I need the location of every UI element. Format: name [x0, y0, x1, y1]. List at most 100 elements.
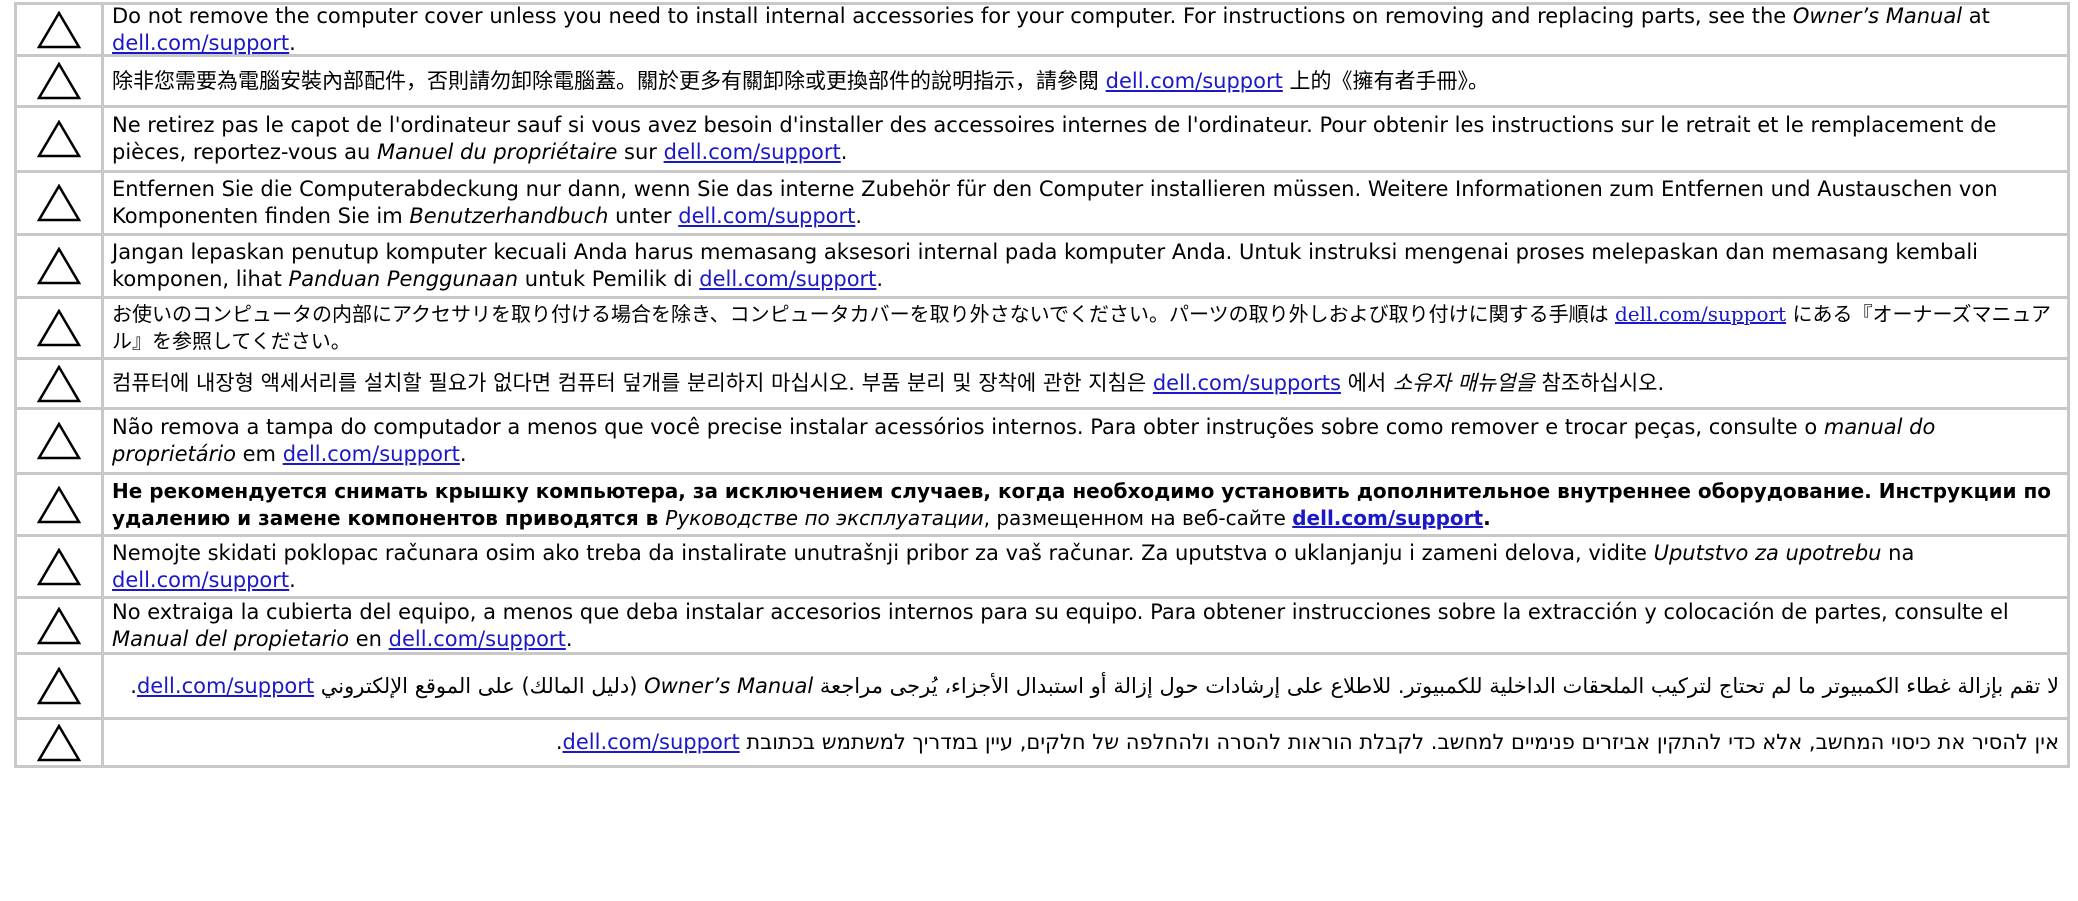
caution-text-mid: unter: [608, 204, 679, 228]
caution-text-mid: , размещенном на веб-сайте: [983, 505, 1293, 530]
caution-text-pre: لا تقم بإزالة غطاء الكمبيوتر ما لم تحتاج…: [813, 673, 2059, 698]
icon-cell: [17, 599, 104, 652]
support-link[interactable]: dell.com/support: [389, 627, 566, 651]
caution-triangle-icon: [37, 364, 81, 402]
caution-text-mid: em: [235, 442, 283, 466]
caution-text-pre: Do not remove the computer cover unless …: [112, 3, 1793, 28]
caution-text: Ne retirez pas le capot de l'ordinateur …: [104, 108, 2067, 170]
caution-text: No extraiga la cubierta del equipo, a me…: [104, 599, 2067, 652]
caution-table: Do not remove the computer cover unless …: [14, 2, 2070, 768]
caution-text-post: .: [289, 567, 296, 592]
caution-text-post: .: [840, 140, 848, 164]
caution-triangle-icon: [37, 10, 81, 48]
caution-triangle-icon: [37, 723, 81, 761]
caution-row-chinese: 除非您需要為電腦安裝內部配件，否則請勿卸除電腦蓋。關於更多有關卸除或更換部件的說…: [14, 57, 2070, 108]
support-link[interactable]: dell.com/support: [1106, 69, 1283, 93]
caution-triangle-icon: [37, 309, 81, 347]
caution-text-pre: 컴퓨터에 내장형 액세서리를 설치할 필요가 없다면 컴퓨터 덮개를 분리하지 …: [112, 371, 1153, 395]
caution-row-serbian: Nemojte skidati poklopac računara osim a…: [14, 537, 2070, 599]
caution-text-post: .: [555, 730, 563, 754]
caution-text: אין להסיר את כיסוי המחשב, אלא כדי להתקין…: [104, 720, 2067, 765]
caution-row-russian: Не рекомендуется снимать крышку компьюте…: [14, 475, 2070, 537]
caution-triangle-icon: [37, 184, 81, 222]
caution-row-indonesian: Jangan lepaskan penutup komputer kecuali…: [14, 236, 2070, 299]
caution-text-pre: Nemojte skidati poklopac računara osim a…: [112, 540, 1654, 565]
caution-row-english: Do not remove the computer cover unless …: [14, 3, 2070, 57]
icon-cell: [17, 57, 104, 105]
caution-text-post: .: [459, 442, 467, 466]
caution-text-post: .: [289, 30, 296, 55]
caution-row-portuguese: Não remova a tampa do computador a menos…: [14, 410, 2070, 475]
caution-row-arabic: لا تقم بإزالة غطاء الكمبيوتر ما لم تحتاج…: [14, 655, 2070, 720]
caution-triangle-icon: [37, 120, 81, 158]
caution-text-post: .: [855, 204, 863, 228]
icon-cell: [17, 655, 104, 717]
caution-text-post2: 참조하십시오.: [1534, 371, 1665, 395]
support-link[interactable]: dell.com/support: [664, 140, 841, 164]
icon-cell: [17, 720, 104, 765]
caution-text-pre: No extraiga la cubierta del equipo, a me…: [112, 599, 2009, 624]
caution-text-mid: na: [1881, 540, 1915, 565]
icon-cell: [17, 360, 104, 407]
caution-text-pre: Não remova a tampa do computador a menos…: [112, 415, 1824, 439]
icon-cell: [17, 236, 104, 296]
manual-title: Manual del propietario: [112, 626, 350, 651]
caution-triangle-icon: [37, 547, 81, 585]
caution-text-pre: אין להסיר את כיסוי המחשב, אלא כדי להתקין…: [739, 730, 2059, 754]
caution-text: Nemojte skidati poklopac računara osim a…: [104, 537, 2067, 596]
caution-text-post: .: [876, 267, 884, 291]
caution-text-mid: untuk Pemilik di: [518, 267, 700, 291]
caution-text-pre: 除非您需要為電腦安裝內部配件，否則請勿卸除電腦蓋。關於更多有關卸除或更換部件的說…: [112, 68, 1106, 93]
caution-text-post: .: [565, 626, 573, 651]
manual-title: Benutzerhandbuch: [409, 204, 609, 228]
manual-title: Manuel du propriétaire: [377, 140, 618, 164]
caution-text: Не рекомендуется снимать крышку компьюте…: [104, 475, 2067, 534]
caution-row-spanish: No extraiga la cubierta del equipo, a me…: [14, 599, 2070, 655]
support-link[interactable]: dell.com/support: [137, 674, 314, 698]
caution-text-mid: sur: [617, 140, 664, 164]
manual-title: Panduan Penggunaan: [288, 267, 519, 291]
caution-triangle-icon: [37, 667, 81, 705]
manual-title: Руководстве по эксплуатации: [665, 505, 984, 530]
caution-text: お使いのコンピュータの内部にアクセサリを取り付ける場合を除き、コンピュータカバー…: [104, 299, 2067, 357]
support-link[interactable]: dell.com/support: [112, 568, 289, 592]
caution-text: 컴퓨터에 내장형 액세서리를 설치할 필요가 없다면 컴퓨터 덮개를 분리하지 …: [104, 360, 2067, 407]
caution-text: Do not remove the computer cover unless …: [104, 3, 2067, 55]
manual-title: 소유자 매뉴얼을: [1392, 371, 1535, 395]
icon-cell: [17, 410, 104, 472]
caution-text-post: .: [130, 673, 137, 698]
caution-triangle-icon: [37, 247, 81, 285]
caution-row-german: Entfernen Sie die Computerabdeckung nur …: [14, 173, 2070, 236]
caution-row-french: Ne retirez pas le capot de l'ordinateur …: [14, 108, 2070, 173]
caution-text: Não remova a tampa do computador a menos…: [104, 410, 2067, 472]
icon-cell: [17, 5, 104, 54]
caution-text: Jangan lepaskan penutup komputer kecuali…: [104, 236, 2067, 296]
support-link[interactable]: dell.com/support: [563, 730, 740, 754]
caution-text-mid: (دليل المالك) على الموقع الإلكتروني: [314, 673, 645, 698]
caution-text: Entfernen Sie die Computerabdeckung nur …: [104, 173, 2067, 233]
caution-text-post: .: [1483, 505, 1491, 530]
caution-text: 除非您需要為電腦安裝內部配件，否則請勿卸除電腦蓋。關於更多有關卸除或更換部件的說…: [104, 57, 2067, 105]
icon-cell: [17, 475, 104, 534]
support-link[interactable]: dell.com/supports: [1153, 371, 1341, 395]
caution-text-mid: at: [1962, 3, 1990, 28]
support-link[interactable]: dell.com/support: [678, 204, 855, 228]
caution-triangle-icon: [37, 485, 81, 523]
caution-row-japanese: お使いのコンピュータの内部にアクセサリを取り付ける場合を除き、コンピュータカバー…: [14, 299, 2070, 360]
icon-cell: [17, 299, 104, 357]
support-link[interactable]: dell.com/support: [112, 31, 289, 55]
caution-text: لا تقم بإزالة غطاء الكمبيوتر ما لم تحتاج…: [104, 655, 2067, 717]
caution-row-korean: 컴퓨터에 내장형 액세서리를 설치할 필요가 없다면 컴퓨터 덮개를 분리하지 …: [14, 360, 2070, 410]
support-link[interactable]: dell.com/support: [283, 442, 460, 466]
caution-triangle-icon: [37, 62, 81, 100]
support-link[interactable]: dell.com/support: [1615, 302, 1786, 326]
support-link[interactable]: dell.com/support: [1292, 506, 1483, 530]
caution-text-mid: en: [349, 626, 389, 651]
caution-row-hebrew: אין להסיר את כיסוי המחשב, אלא כדי להתקין…: [14, 720, 2070, 768]
icon-cell: [17, 108, 104, 170]
manual-title: Owner’s Manual: [644, 673, 814, 698]
icon-cell: [17, 537, 104, 596]
manual-title: Uputstvo za upotrebu: [1653, 540, 1882, 565]
caution-triangle-icon: [37, 422, 81, 460]
support-link[interactable]: dell.com/support: [699, 267, 876, 291]
